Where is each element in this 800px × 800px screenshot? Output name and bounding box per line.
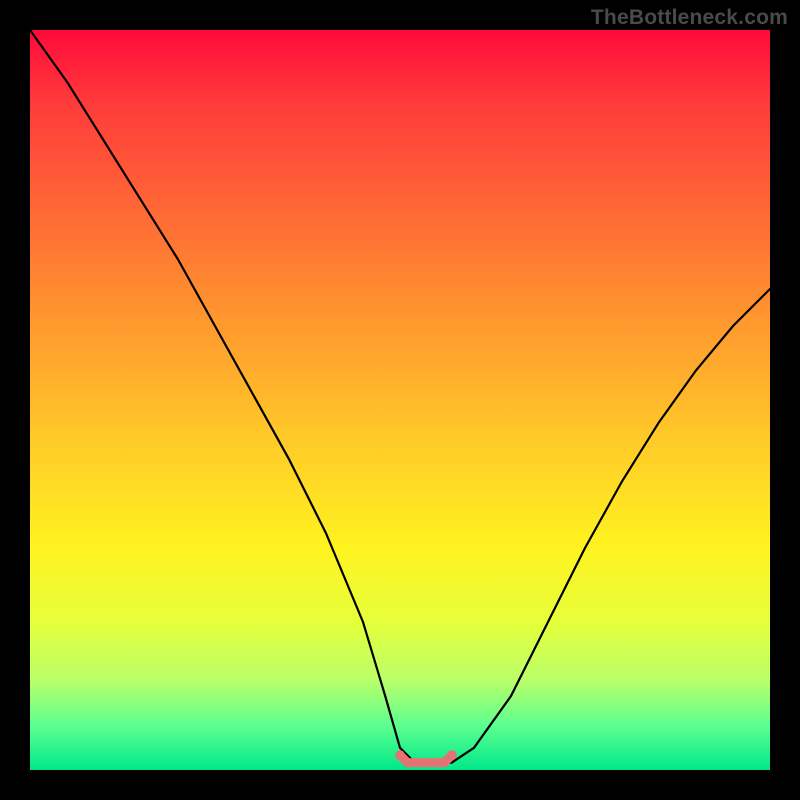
watermark-text: TheBottleneck.com [591,6,788,30]
curve-svg [30,30,770,770]
trough-marker-dot-right [447,750,457,760]
trough-marker-dot-left [395,750,405,760]
bottleneck-curve [30,30,770,763]
chart-frame: TheBottleneck.com [0,0,800,800]
plot-area [30,30,770,770]
